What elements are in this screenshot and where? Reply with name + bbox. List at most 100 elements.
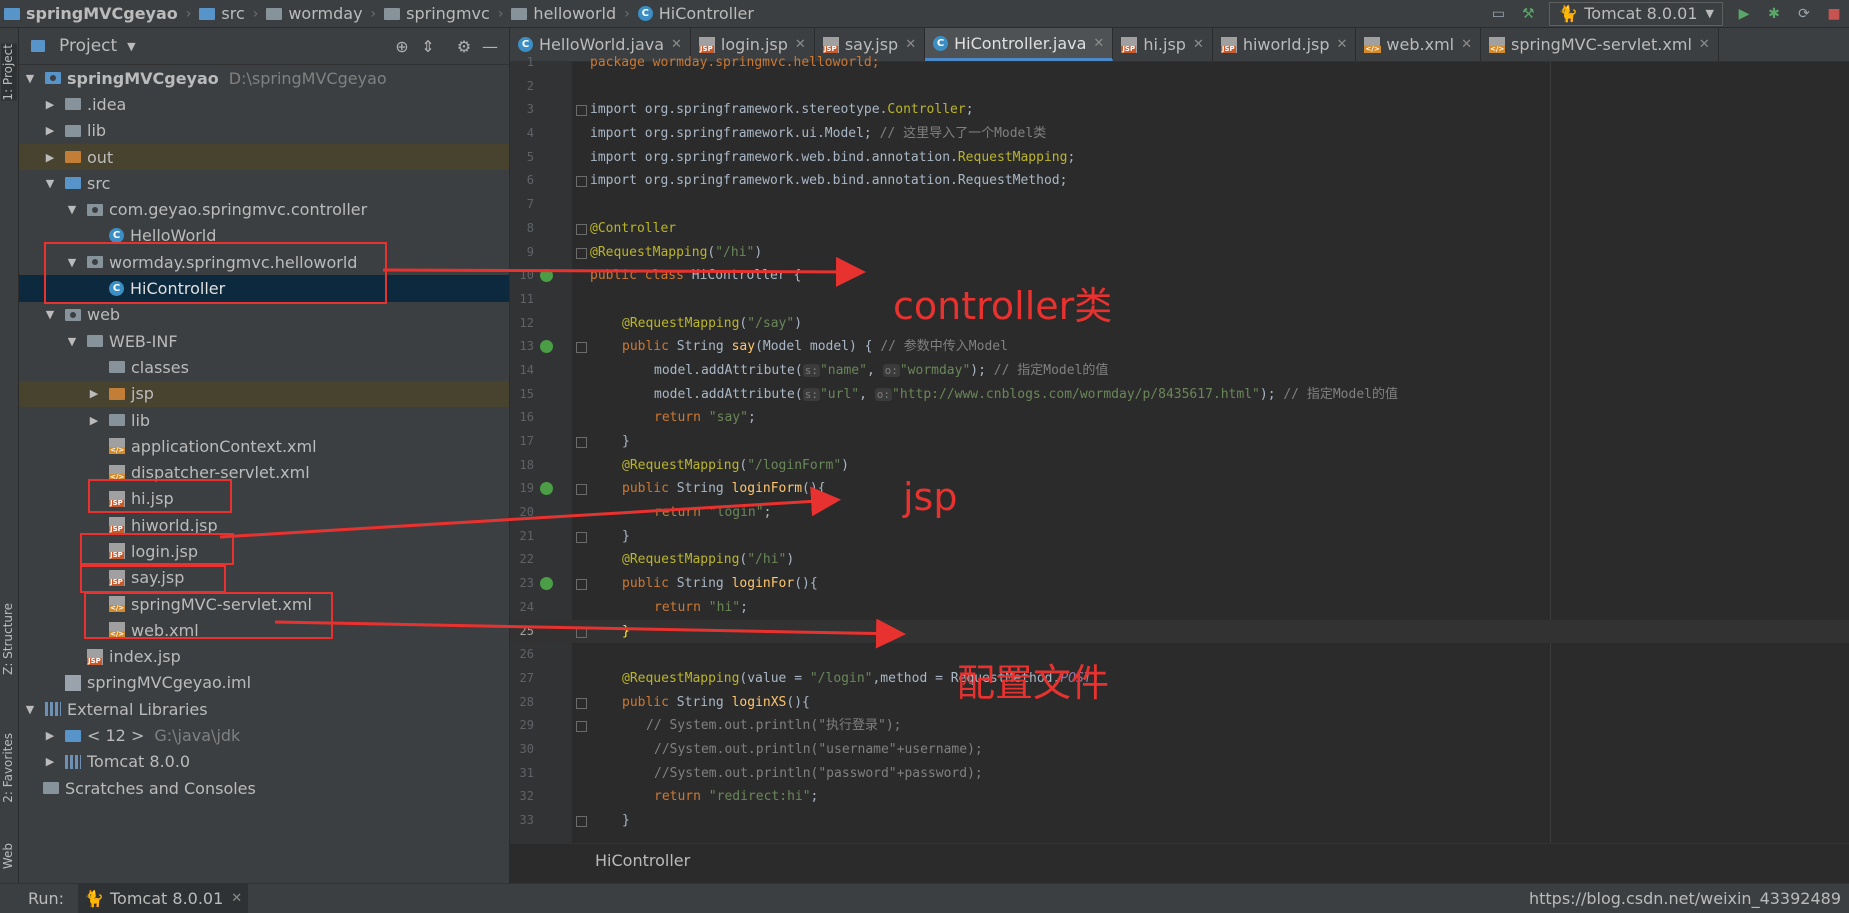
tree-item[interactable]: ▶ Tomcat 8.0.0 xyxy=(19,749,509,775)
tool-tab-project[interactable]: 1: Project xyxy=(1,44,17,101)
watermark: https://blog.csdn.net/weixin_43392489 xyxy=(1528,889,1841,908)
spring-bean-gutter-icon[interactable] xyxy=(540,269,553,283)
package-icon xyxy=(87,203,103,216)
fold-marker-icon[interactable] xyxy=(576,484,587,496)
chevron-down-icon: ▼ xyxy=(127,39,136,53)
run-label: Run: xyxy=(28,889,65,908)
close-icon[interactable]: ✕ xyxy=(905,37,916,52)
fold-marker-icon[interactable] xyxy=(576,579,587,591)
close-icon[interactable]: ✕ xyxy=(1093,36,1104,51)
tree-item[interactable]: ▼ src xyxy=(19,170,509,196)
package-icon xyxy=(511,7,528,20)
close-icon[interactable]: ✕ xyxy=(1461,37,1472,52)
tree-item[interactable]: ▶ out xyxy=(19,143,509,171)
scratches-icon xyxy=(43,782,59,795)
breadcrumb-wormday[interactable]: wormday xyxy=(262,4,366,23)
breadcrumb-hicontroller[interactable]: C HiController xyxy=(634,4,758,23)
run-configuration-select[interactable]: 🐈 Tomcat 8.0.01 ▼ xyxy=(1549,1,1723,26)
update-icon[interactable]: ⟳ xyxy=(1793,3,1815,25)
jsp-file-icon xyxy=(87,648,103,665)
tree-item[interactable]: ▼ web xyxy=(19,302,509,328)
tree-item[interactable]: applicationContext.xml xyxy=(19,433,509,459)
jdk-folder-icon xyxy=(65,729,81,742)
close-icon[interactable]: ✕ xyxy=(1337,37,1348,52)
tree-item[interactable]: ▶ lib xyxy=(19,118,509,144)
tree-item[interactable]: ▶ < 12 > G:\java\jdk xyxy=(19,722,509,748)
fold-marker-icon[interactable] xyxy=(576,247,587,259)
collapse-all-icon[interactable]: ⇕ xyxy=(415,37,441,56)
close-icon[interactable]: ✕ xyxy=(1699,37,1710,52)
locate-icon[interactable]: ⊕ xyxy=(389,37,415,56)
fold-marker-icon[interactable] xyxy=(576,531,587,543)
folder-icon xyxy=(109,414,125,426)
tree-item[interactable]: ▼ com.geyao.springmvc.controller xyxy=(19,196,509,222)
fold-marker-icon[interactable] xyxy=(576,176,587,188)
chevron-right-icon: › xyxy=(370,5,377,22)
close-icon[interactable]: ✕ xyxy=(231,891,242,906)
breadcrumb-project[interactable]: springMVCgeyao xyxy=(0,4,182,23)
run-icon[interactable]: ▶ xyxy=(1733,3,1755,25)
terminal-icon[interactable]: ▭ xyxy=(1487,3,1509,25)
run-tab-tomcat[interactable]: 🐈 Tomcat 8.0.01 ✕ xyxy=(78,884,249,913)
hide-icon[interactable]: — xyxy=(477,37,503,56)
request-mapping-gutter-icon[interactable] xyxy=(540,482,553,496)
breadcrumb-src[interactable]: src xyxy=(195,4,248,23)
module-folder-icon xyxy=(45,72,61,85)
tree-item[interactable]: ▶ .idea xyxy=(19,91,509,117)
tree-item[interactable]: springMVCgeyao.iml xyxy=(19,670,509,696)
web-folder-icon xyxy=(65,308,81,321)
fold-marker-icon[interactable] xyxy=(576,626,587,638)
tree-item[interactable]: ▼ WEB-INF xyxy=(19,328,509,354)
code-line: 20 return "login"; xyxy=(519,505,772,521)
collapsed-arrow-icon: ▶ xyxy=(45,755,55,769)
code-editor: CHelloWorld.java✕ login.jsp✕ say.jsp✕ CH… xyxy=(510,28,1849,883)
fold-marker-icon[interactable] xyxy=(576,342,587,354)
request-mapping-gutter-icon[interactable] xyxy=(540,340,553,354)
debug-icon[interactable]: ✱ xyxy=(1763,3,1785,25)
tree-item[interactable]: ▶ lib xyxy=(19,407,509,433)
tool-tab-structure[interactable]: Z: Structure xyxy=(1,603,17,675)
tree-item[interactable]: ▼ External Libraries xyxy=(19,696,509,722)
tree-item[interactable]: ▶ jsp xyxy=(19,380,509,407)
project-view-selector[interactable]: Project ▼ xyxy=(31,36,136,56)
fold-marker-icon[interactable] xyxy=(576,816,587,827)
code-line: 30//System.out.println("username"+userna… xyxy=(519,741,983,757)
excluded-folder-icon xyxy=(109,387,125,400)
code-line: 2 xyxy=(526,78,534,93)
breadcrumb-helloworld[interactable]: helloworld xyxy=(507,4,620,23)
close-icon[interactable]: ✕ xyxy=(671,37,682,52)
build-hammer-icon[interactable]: ⚒ xyxy=(1517,3,1539,25)
class-icon: C xyxy=(637,6,653,21)
tree-item[interactable]: ▼ springMVCgeyao D:\springMVCgeyao xyxy=(19,65,509,91)
project-panel: Project ▼ ⊕ ⇕ ⚙ — ▼ springMVCgeyao D:\spri… xyxy=(19,28,510,883)
tree-item[interactable]: classes xyxy=(19,354,509,380)
fold-marker-icon[interactable] xyxy=(576,721,587,733)
request-mapping-gutter-icon[interactable] xyxy=(540,577,553,591)
tool-tab-favorites[interactable]: 2: Favorites xyxy=(1,733,17,803)
annotation-config: 配置文件 xyxy=(957,661,1110,705)
collapsed-arrow-icon: ▶ xyxy=(45,150,55,164)
project-tree: ▼ springMVCgeyao D:\springMVCgeyao ▶ .idea … xyxy=(19,65,509,801)
chevron-right-icon: › xyxy=(624,5,630,22)
breadcrumb-springmvc[interactable]: springmvc xyxy=(380,4,494,23)
code-line: 32 return "redirect:hi"; xyxy=(519,789,819,805)
code-line: 27 @RequestMapping(value = "/login",metho… xyxy=(519,670,1100,686)
library-icon xyxy=(45,702,61,717)
fold-marker-icon[interactable] xyxy=(576,437,587,448)
code-text[interactable]: 1 package wormday.springmvc.helloworld; 2… xyxy=(510,51,1849,833)
gear-icon[interactable]: ⚙ xyxy=(451,37,477,56)
folder-icon xyxy=(65,98,81,111)
tool-tab-web[interactable]: Web xyxy=(1,843,17,869)
fold-marker-icon[interactable] xyxy=(576,223,587,235)
tomcat-icon: 🐈 xyxy=(84,889,104,908)
highlight-box-hi-jsp xyxy=(88,479,232,513)
close-icon[interactable]: ✕ xyxy=(795,37,806,52)
stop-icon[interactable]: ■ xyxy=(1823,3,1845,25)
tree-item[interactable]: Scratches and Consoles xyxy=(19,775,509,801)
code-line: 33} xyxy=(519,813,630,828)
tree-item[interactable]: index.jsp xyxy=(19,644,509,670)
fold-marker-icon[interactable] xyxy=(576,697,587,709)
collapsed-arrow-icon: ▶ xyxy=(89,387,99,401)
close-icon[interactable]: ✕ xyxy=(1193,37,1204,52)
fold-marker-icon[interactable] xyxy=(576,105,587,117)
